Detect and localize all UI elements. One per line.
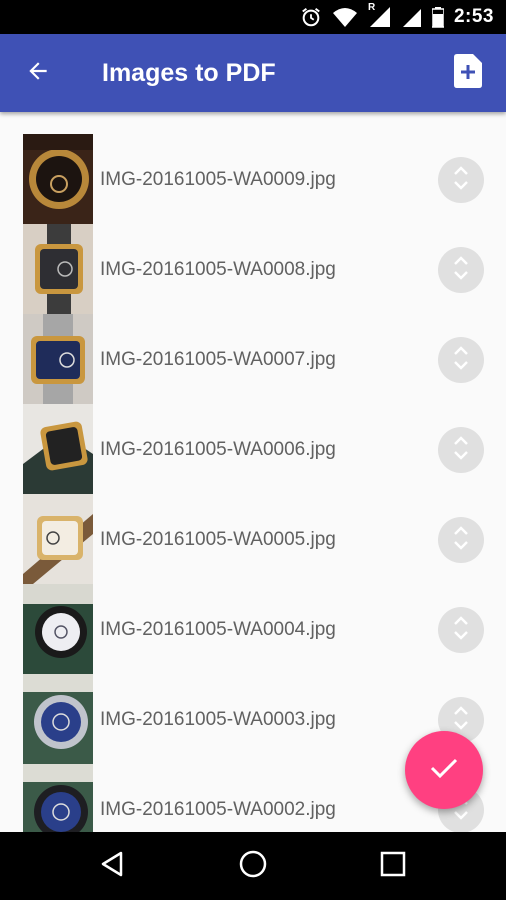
signal-roaming-icon: R <box>368 2 392 28</box>
nav-back-button[interactable] <box>82 842 142 890</box>
reorder-handle[interactable] <box>438 517 484 563</box>
list-item[interactable]: IMG-20161005-WA0004.jpg <box>0 584 506 674</box>
thumbnail-image <box>23 224 93 314</box>
reorder-handle[interactable] <box>438 337 484 383</box>
file-name: IMG-20161005-WA0008.jpg <box>100 259 336 280</box>
list-item[interactable]: IMG-20161005-WA0008.jpg <box>0 224 506 314</box>
list-item[interactable]: IMG-20161005-WA0009.jpg <box>0 134 506 224</box>
back-triangle-icon <box>99 850 125 883</box>
reorder-handle[interactable] <box>438 427 484 473</box>
thumbnail-image <box>23 314 93 404</box>
thumbnail-image <box>23 674 93 764</box>
file-name: IMG-20161005-WA0006.jpg <box>100 439 336 460</box>
reorder-handle[interactable] <box>438 607 484 653</box>
file-name: IMG-20161005-WA0003.jpg <box>100 709 336 730</box>
reorder-icon <box>452 254 470 287</box>
file-name: IMG-20161005-WA0002.jpg <box>100 799 336 820</box>
back-button[interactable] <box>14 49 62 97</box>
file-name: IMG-20161005-WA0007.jpg <box>100 349 336 370</box>
reorder-handle[interactable] <box>438 157 484 203</box>
navigation-bar <box>0 832 506 900</box>
list-item[interactable]: IMG-20161005-WA0005.jpg <box>0 494 506 584</box>
battery-icon <box>431 6 444 28</box>
thumbnail-image <box>23 494 93 584</box>
thumbnail-image <box>23 134 93 224</box>
thumbnail-image <box>23 764 93 832</box>
reorder-icon <box>452 524 470 557</box>
reorder-icon <box>452 434 470 467</box>
reorder-icon <box>452 614 470 647</box>
create-pdf-fab[interactable] <box>405 731 483 809</box>
signal-icon <box>402 6 422 28</box>
nav-recents-button[interactable] <box>363 842 423 890</box>
file-name: IMG-20161005-WA0009.jpg <box>100 169 336 190</box>
check-icon <box>429 756 459 785</box>
status-bar: R 2:53 <box>0 0 506 34</box>
alarm-icon <box>300 6 322 28</box>
list-item[interactable]: IMG-20161005-WA0006.jpg <box>0 404 506 494</box>
thumbnail-image <box>23 584 93 674</box>
status-time: 2:53 <box>453 6 494 27</box>
reorder-icon <box>452 344 470 377</box>
arrow-back-icon <box>25 58 51 89</box>
list-item[interactable]: IMG-20161005-WA0007.jpg <box>0 314 506 404</box>
roaming-label: R <box>367 2 376 13</box>
file-list: IMG-20161005-WA0009.jpg IMG-20161005-WA0… <box>0 134 506 832</box>
home-circle-icon <box>238 849 268 884</box>
file-name: IMG-20161005-WA0005.jpg <box>100 529 336 550</box>
add-file-icon <box>454 53 482 93</box>
thumbnail-image <box>23 404 93 494</box>
wifi-icon <box>332 6 358 28</box>
reorder-handle[interactable] <box>438 247 484 293</box>
file-name: IMG-20161005-WA0004.jpg <box>100 619 336 640</box>
add-file-button[interactable] <box>444 49 492 97</box>
app-bar: Images to PDF <box>0 34 506 112</box>
reorder-icon <box>452 164 470 197</box>
nav-home-button[interactable] <box>223 842 283 890</box>
recents-square-icon <box>380 851 406 882</box>
page-title: Images to PDF <box>102 59 276 87</box>
